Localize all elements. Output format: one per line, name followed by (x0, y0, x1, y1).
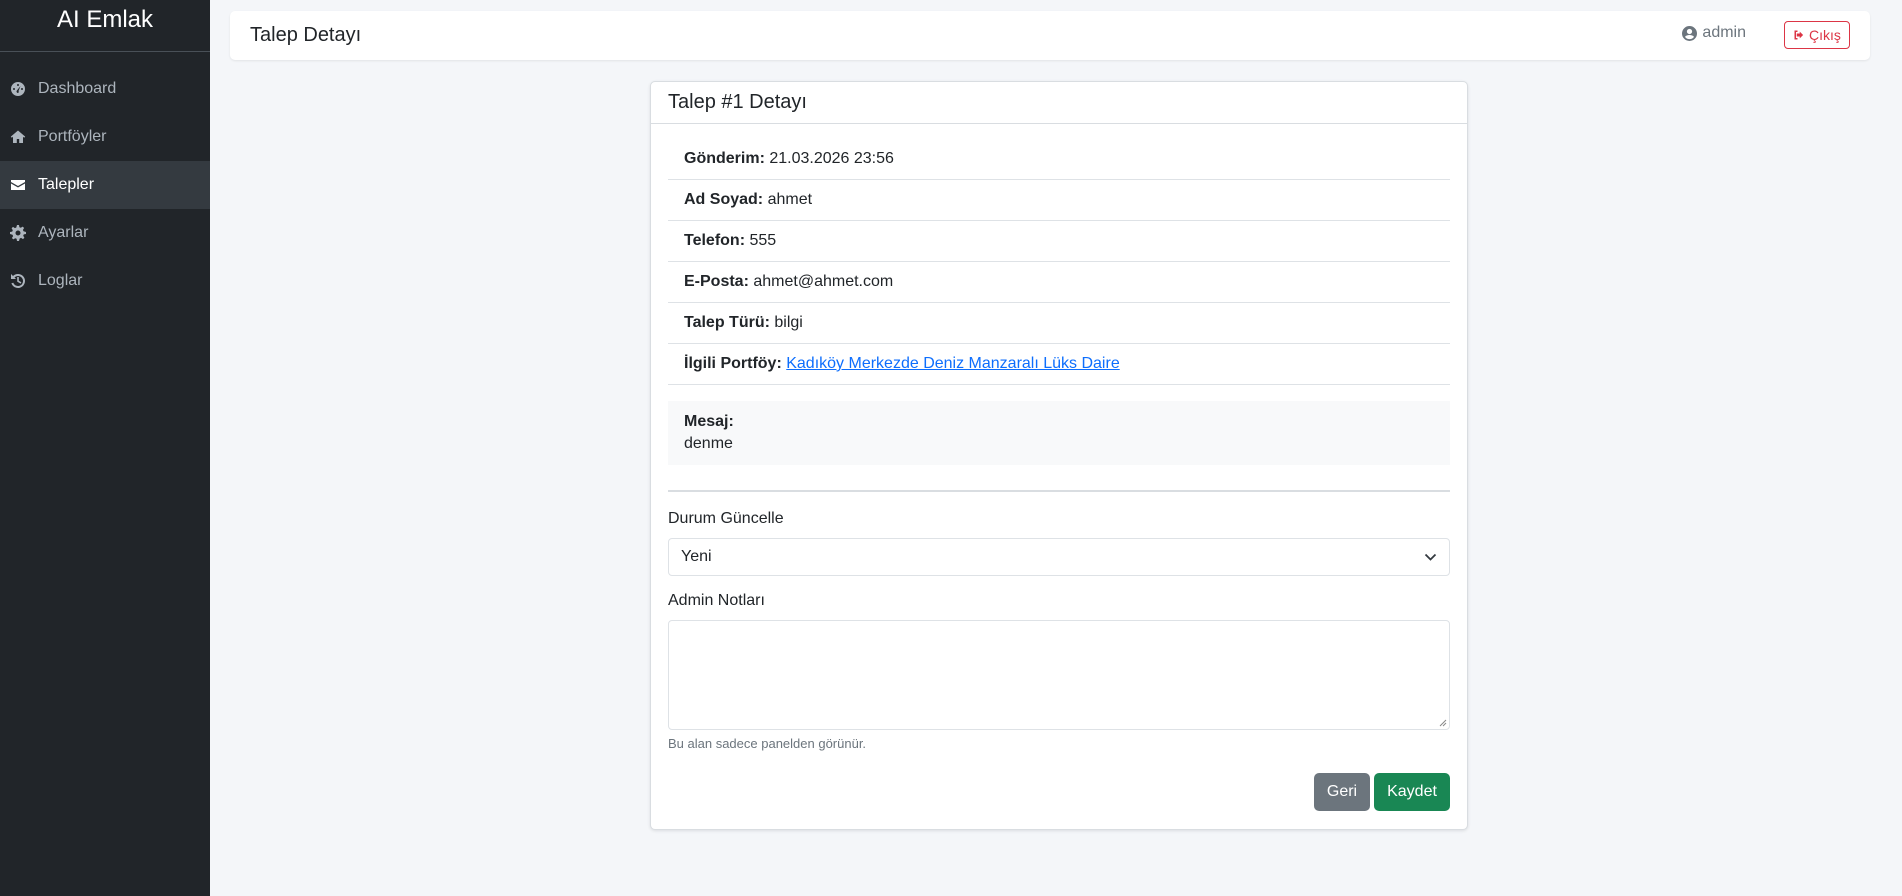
info-row-phone: Telefon: 555 (668, 221, 1450, 262)
status-label: Durum Güncelle (668, 510, 784, 527)
request-detail-card: Talep #1 Detayı Gönderim: 21.03.2026 23:… (650, 81, 1468, 830)
history-icon (9, 272, 27, 290)
sidebar-item-logs[interactable]: Loglar (0, 257, 210, 305)
user-menu[interactable]: admin (1682, 24, 1746, 42)
resize-grip-icon[interactable] (1439, 719, 1447, 727)
page-title: Talep Detayı (250, 24, 362, 46)
field-value: 21.03.2026 23:56 (769, 150, 894, 167)
logout-button[interactable]: Çıkış (1784, 21, 1850, 49)
sign-out-icon (1794, 30, 1804, 40)
form-actions: Geri Kaydet (1310, 773, 1450, 811)
info-row-name: Ad Soyad: ahmet (668, 180, 1450, 221)
back-button[interactable]: Geri (1314, 773, 1370, 811)
message-text: denme (684, 435, 733, 452)
sidebar-item-label: Dashboard (38, 80, 117, 97)
field-value: bilgi (774, 314, 803, 331)
logout-label: Çıkış (1809, 27, 1841, 43)
card-body: Gönderim: 21.03.2026 23:56 Ad Soyad: ahm… (651, 124, 1467, 751)
message-box: Mesaj: denme (668, 401, 1450, 465)
field-label: Ad Soyad: (684, 191, 764, 208)
divider (668, 490, 1450, 492)
sidebar-item-label: Loglar (38, 272, 83, 289)
info-row-submitted: Gönderim: 21.03.2026 23:56 (668, 139, 1450, 180)
dashboard-icon (9, 80, 27, 98)
status-select[interactable]: Yeni (668, 538, 1450, 576)
admin-notes-textarea[interactable] (668, 620, 1450, 730)
message-label: Mesaj: (684, 413, 734, 430)
notes-help-text: Bu alan sadece panelden görünür. (668, 736, 867, 751)
username: admin (1702, 24, 1746, 41)
chevron-down-icon (1424, 553, 1437, 561)
info-row-email: E-Posta: ahmet@ahmet.com (668, 262, 1450, 303)
sidebar-nav: Dashboard Portföyler Talepler Ayarlar Lo… (0, 65, 210, 305)
field-label: Telefon: (684, 232, 746, 249)
sidebar-item-portfolios[interactable]: Portföyler (0, 113, 210, 161)
notes-label: Admin Notları (668, 592, 765, 609)
sidebar-item-requests[interactable]: Talepler (0, 161, 210, 209)
sidebar-item-dashboard[interactable]: Dashboard (0, 65, 210, 113)
sidebar-item-settings[interactable]: Ayarlar (0, 209, 210, 257)
status-selected-value: Yeni (681, 548, 712, 565)
field-label: İlgili Portföy: (684, 355, 782, 372)
field-label: Gönderim: (684, 150, 765, 167)
field-value: ahmet@ahmet.com (753, 273, 894, 290)
field-value: ahmet (767, 191, 813, 208)
brand-logo[interactable]: AI Emlak (0, 0, 210, 52)
save-button[interactable]: Kaydet (1374, 773, 1450, 811)
gear-icon (9, 224, 27, 242)
user-circle-icon (1682, 25, 1698, 41)
envelope-icon (9, 176, 27, 194)
home-icon (9, 128, 27, 146)
portfolio-link[interactable]: Kadıköy Merkezde Deniz Manzaralı Lüks Da… (786, 355, 1119, 372)
info-row-related-portfolio: İlgili Portföy: Kadıköy Merkezde Deniz M… (668, 344, 1450, 385)
top-bar: Talep Detayı admin Çıkış (230, 11, 1870, 60)
sidebar-item-label: Ayarlar (38, 224, 89, 241)
sidebar-item-label: Portföyler (38, 128, 107, 145)
card-title: Talep #1 Detayı (651, 82, 1467, 124)
field-label: Talep Türü: (684, 314, 770, 331)
sidebar-item-label: Talepler (38, 176, 95, 193)
sidebar: AI Emlak Dashboard Portföyler Talepler A… (0, 0, 210, 896)
field-value: 555 (749, 232, 777, 249)
info-row-request-type: Talep Türü: bilgi (668, 303, 1450, 344)
field-label: E-Posta: (684, 273, 749, 290)
